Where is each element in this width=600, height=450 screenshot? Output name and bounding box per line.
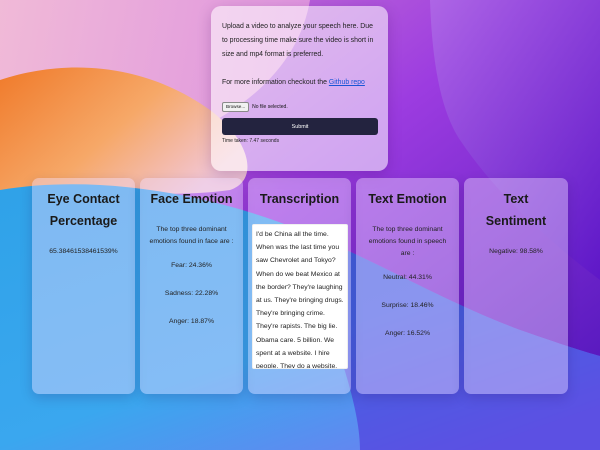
upload-instructions: Upload a video to analyze your speech he… <box>222 23 374 58</box>
text-emotion-item: Anger: 16.52% <box>385 330 430 337</box>
eye-contact-value: 65.38461538461539% <box>49 248 118 255</box>
file-input[interactable]: Browse... No file selected. <box>222 102 378 112</box>
face-emotion-item: Fear: 24.36% <box>171 262 212 269</box>
time-taken: Time taken: 7.47 seconds <box>222 138 280 144</box>
face-emotion-item: Anger: 18.87% <box>169 318 214 325</box>
submit-button[interactable]: Submit <box>222 118 378 135</box>
transcription-title: Transcription <box>259 192 340 206</box>
transcription-card: Transcription I'd be China all the time.… <box>248 178 351 394</box>
text-sentiment-value: Negative: 98.58% <box>489 248 543 255</box>
browse-button[interactable]: Browse... <box>222 102 250 112</box>
text-sentiment-title: Text Sentiment <box>485 192 547 228</box>
face-emotion-card: Face Emotion The top three dominant emot… <box>140 178 243 394</box>
more-info-text: For more information checkout the Github… <box>222 76 378 90</box>
eye-contact-card: Eye Contact Percentage 65.38461538461539… <box>32 178 135 394</box>
text-emotion-title: Text Emotion <box>368 192 447 206</box>
text-emotion-card: Text Emotion The top three dominant emot… <box>356 178 459 394</box>
text-emotion-item: Neutral: 44.31% <box>383 274 432 281</box>
more-info-prefix: For more information checkout the <box>222 79 329 86</box>
face-emotion-title: Face Emotion <box>150 192 233 206</box>
github-repo-link[interactable]: Github repo <box>329 79 365 86</box>
text-emotion-intro: The top three dominant emotions found in… <box>368 226 447 257</box>
file-status: No file selected. <box>252 104 288 110</box>
text-emotion-item: Surprise: 18.46% <box>381 302 434 309</box>
eye-contact-title: Eye Contact Percentage <box>47 192 120 228</box>
transcription-text[interactable]: I'd be China all the time. When was the … <box>252 224 348 369</box>
face-emotion-item: Sadness: 22.28% <box>164 290 219 297</box>
text-sentiment-card: Text Sentiment Negative: 98.58% <box>464 178 568 394</box>
upload-card: Upload a video to analyze your speech he… <box>211 6 388 171</box>
face-emotion-intro: The top three dominant emotions found in… <box>149 226 234 245</box>
